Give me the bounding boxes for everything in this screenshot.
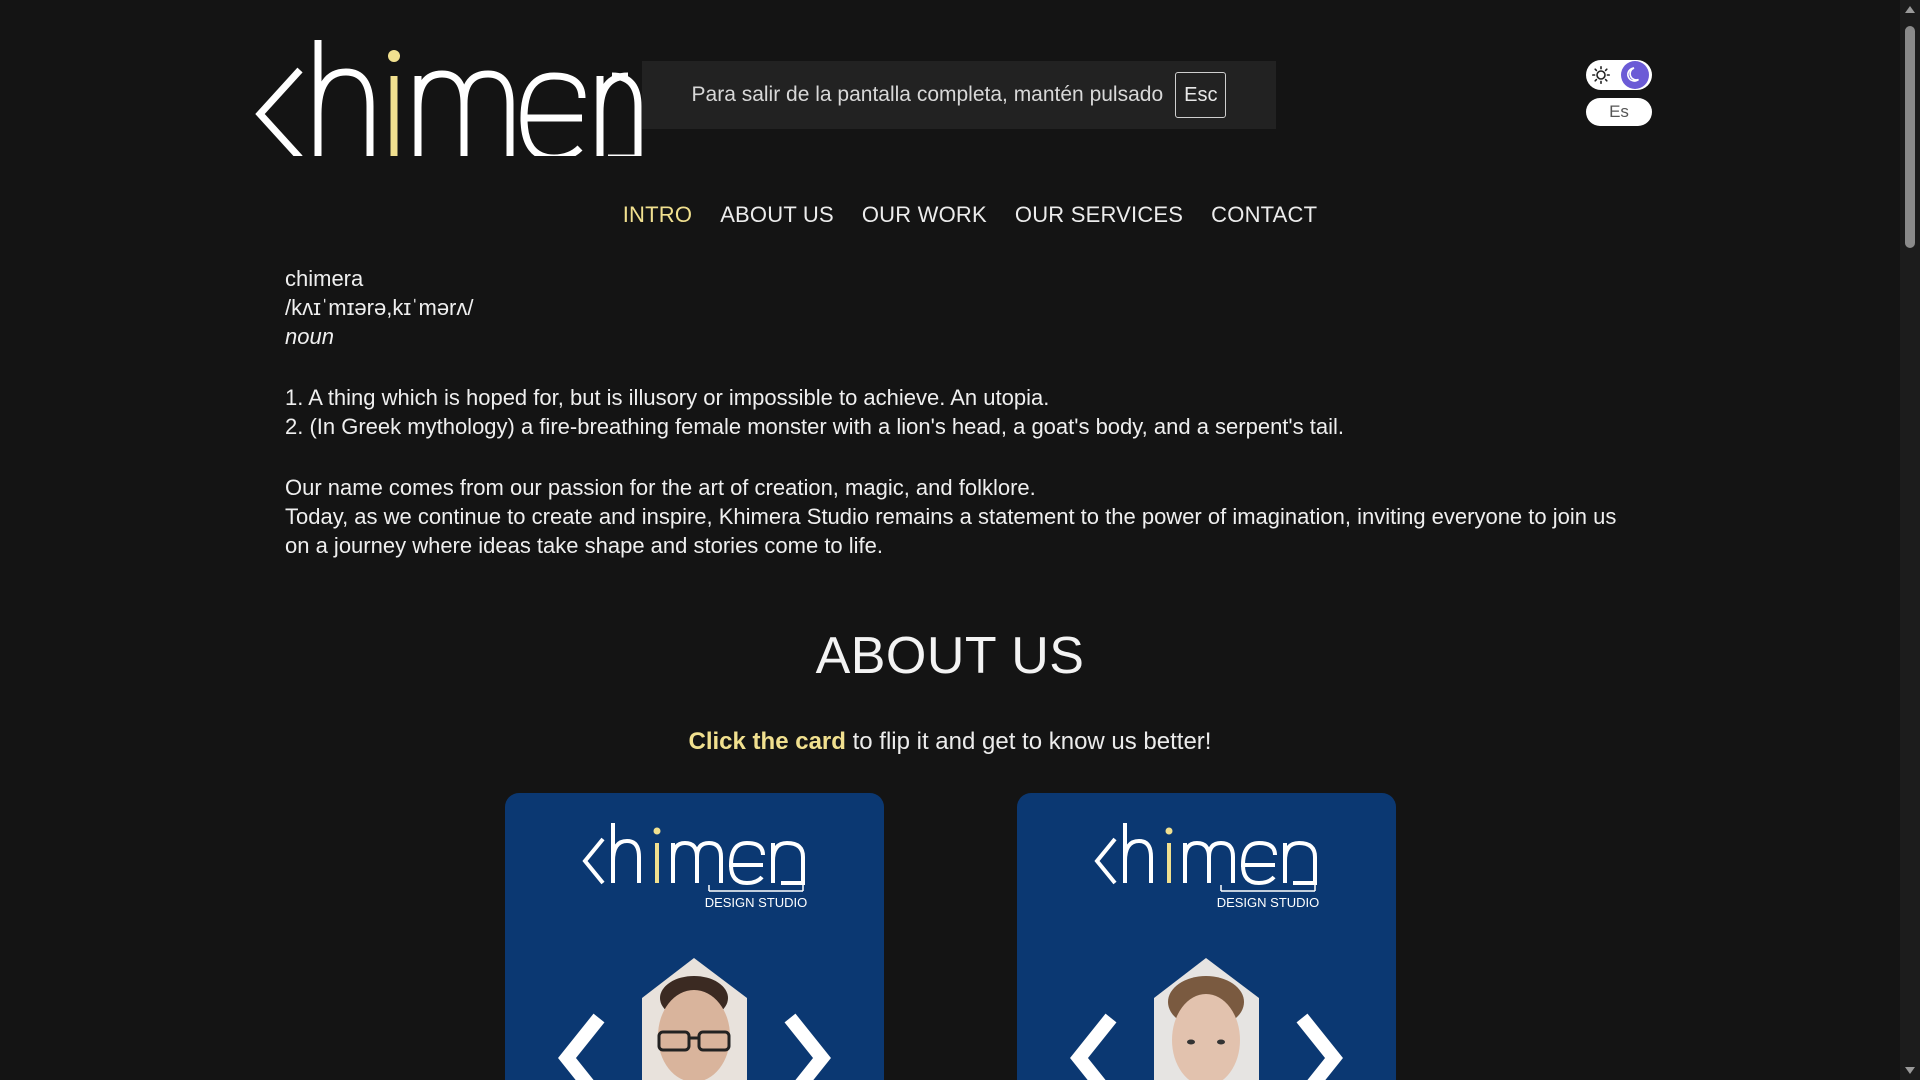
definition-part-of-speech: noun: [285, 324, 334, 349]
definition-item: 2. (In Greek mythology) a fire-breathing…: [285, 414, 1344, 439]
main-nav: INTRO ABOUT US OUR WORK OUR SERVICES CON…: [0, 202, 1900, 228]
nav-item-intro[interactable]: INTRO: [623, 202, 692, 228]
card-tagline: DESIGN STUDIO: [1217, 895, 1320, 910]
team-member-photo: [558, 958, 831, 1080]
team-member-photo: [1070, 958, 1343, 1080]
definition-word: chimera: [285, 266, 364, 291]
team-card[interactable]: DESIGN STUDIO: [1017, 793, 1396, 1080]
card-khimera-logo: DESIGN STUDIO: [582, 823, 808, 910]
definition-item: 1. A thing which is hoped for, but is il…: [285, 385, 1050, 410]
team-card[interactable]: DESIGN STUDIO: [505, 793, 884, 1080]
language-button[interactable]: Es: [1586, 98, 1652, 126]
subtitle-emphasis: Click the card: [688, 728, 846, 755]
theme-toggle[interactable]: [1586, 60, 1652, 90]
nav-item-our-work[interactable]: OUR WORK: [862, 202, 987, 228]
intro-section: chimera /kʌɪˈmɪərə,kɪˈmərʌ/ noun 1. A th…: [285, 264, 1625, 560]
khimera-logo[interactable]: [252, 36, 642, 156]
intro-paragraph: Today, as we continue to create and insp…: [285, 504, 1617, 558]
moon-icon[interactable]: [1621, 61, 1649, 89]
intro-paragraph: Our name comes from our passion for the …: [285, 475, 1036, 500]
about-us-subtitle: Click the card to flip it and get to kno…: [0, 728, 1900, 756]
nav-item-contact[interactable]: CONTACT: [1211, 202, 1317, 228]
scroll-down-icon[interactable]: [1905, 1067, 1915, 1074]
page-scrollbar[interactable]: [1900, 0, 1920, 1080]
about-us-heading: ABOUT US: [815, 627, 1085, 685]
subtitle-rest: to flip it and get to know us better!: [845, 728, 1212, 755]
definition-pronunciation: /kʌɪˈmɪərə,kɪˈmərʌ/: [285, 295, 474, 320]
nav-item-about-us[interactable]: ABOUT US: [720, 202, 834, 228]
scrollbar-thumb[interactable]: [1905, 26, 1915, 248]
sun-icon[interactable]: [1589, 63, 1613, 87]
scroll-up-icon[interactable]: [1905, 6, 1915, 13]
fullscreen-notice-text: Para salir de la pantalla completa, mant…: [691, 83, 1164, 106]
card-tagline: DESIGN STUDIO: [705, 895, 808, 910]
nav-item-our-services[interactable]: OUR SERVICES: [1015, 202, 1183, 228]
card-khimera-logo: DESIGN STUDIO: [1094, 823, 1320, 910]
fullscreen-exit-notice: Para salir de la pantalla completa, mant…: [642, 61, 1276, 129]
esc-key-hint: Esc: [1175, 72, 1227, 118]
